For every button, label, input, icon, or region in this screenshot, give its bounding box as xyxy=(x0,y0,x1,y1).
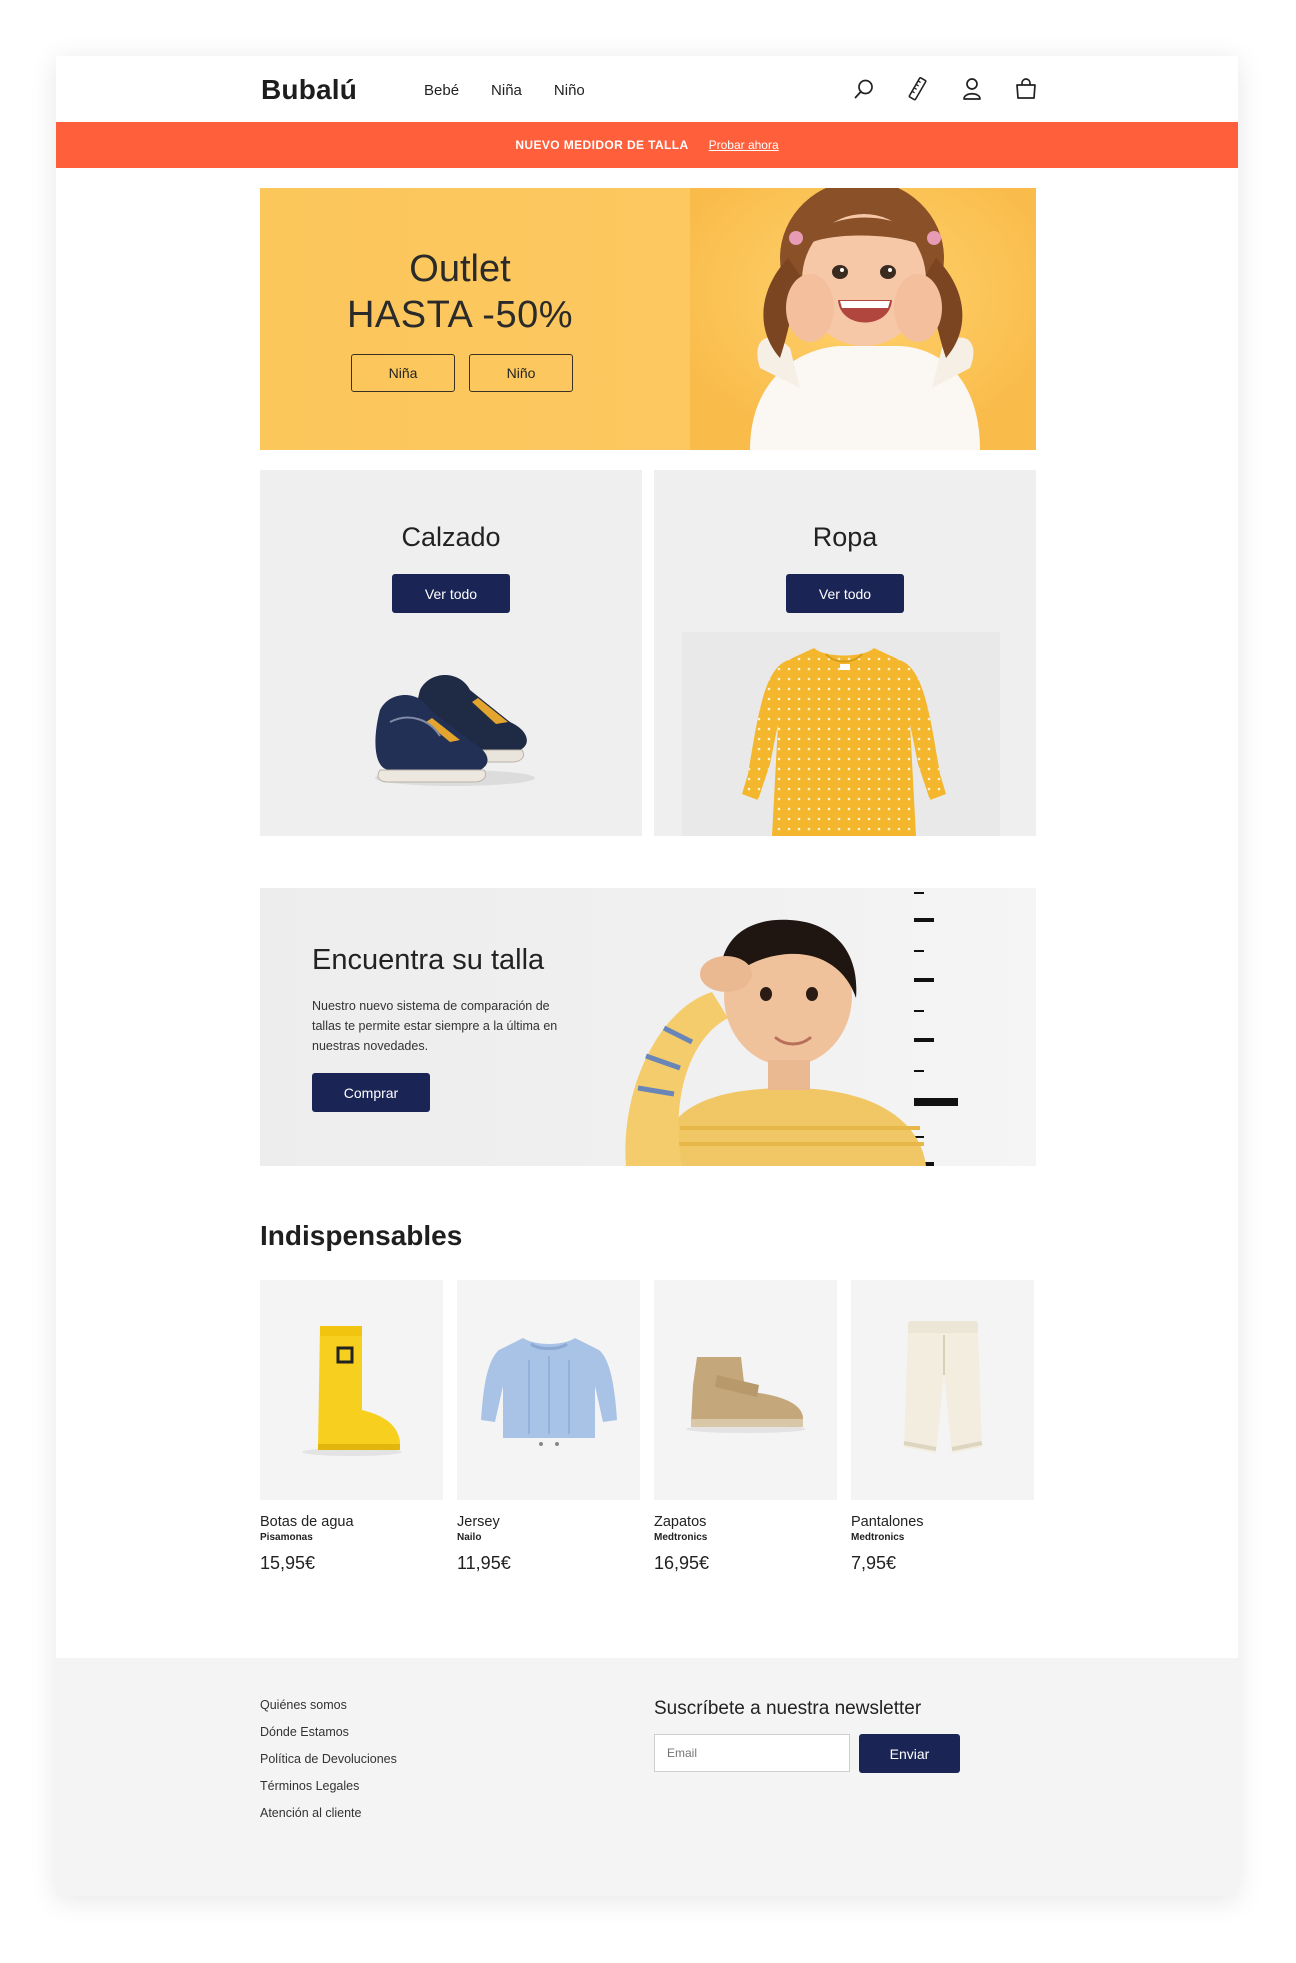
outlet-hero: Outlet HASTA -50% Niña Niño xyxy=(260,188,1036,450)
size-finder-title: Encuentra su talla xyxy=(312,944,545,976)
product-price: 16,95€ xyxy=(654,1553,710,1573)
product-price: 15,95€ xyxy=(260,1553,316,1573)
girl-photo xyxy=(690,188,1036,450)
category-tile-ropa[interactable]: Ropa Ver todo xyxy=(654,470,1036,836)
promo-bar: NUEVO MEDIDOR DE TALLA Probar ahora xyxy=(56,122,1238,168)
product-name: Zapatos xyxy=(654,1514,707,1530)
boy-measuring-photo xyxy=(625,892,958,1166)
product-name: Pantalones xyxy=(851,1514,924,1530)
product-card[interactable]: Jersey Nailo 11,95€ xyxy=(457,1280,640,1574)
user-icon[interactable] xyxy=(957,74,987,104)
footer-link-returns[interactable]: Política de Devoluciones xyxy=(260,1752,397,1779)
footer-link-about[interactable]: Quiénes somos xyxy=(260,1698,397,1725)
sneakers-image xyxy=(375,675,535,786)
promo-link[interactable]: Probar ahora xyxy=(709,138,779,152)
product-name: Jersey xyxy=(457,1514,500,1530)
product-image[interactable] xyxy=(654,1280,837,1500)
footer-link-legal[interactable]: Términos Legales xyxy=(260,1779,397,1806)
ruler-icon[interactable] xyxy=(903,74,933,104)
product-image[interactable] xyxy=(851,1280,1034,1500)
footer-links: Quiénes somos Dónde Estamos Política de … xyxy=(260,1698,397,1833)
site-logo[interactable]: Bubalú xyxy=(261,74,357,106)
size-finder-text: Nuestro nuevo sistema de comparación de … xyxy=(312,999,558,1053)
footer-link-support[interactable]: Atención al cliente xyxy=(260,1806,397,1833)
footer-link-locations[interactable]: Dónde Estamos xyxy=(260,1725,397,1752)
jersey-image xyxy=(480,1338,617,1446)
page-card: Bubalú Bebé Niña Niño NUEVO MEDIDOR DE T… xyxy=(56,56,1238,1896)
yellow-dress-image xyxy=(742,648,946,836)
essentials-title: Indispensables xyxy=(260,1220,463,1251)
search-icon[interactable] xyxy=(849,74,879,104)
product-card[interactable]: Zapatos Medtronics 16,95€ xyxy=(654,1280,837,1574)
product-price: 11,95€ xyxy=(457,1553,511,1573)
size-finder-banner: Encuentra su talla Nuestro nuevo sistema… xyxy=(260,888,1036,1166)
nav-item-nina[interactable]: Niña xyxy=(491,82,522,99)
promo-text: NUEVO MEDIDOR DE TALLA xyxy=(515,138,689,152)
newsletter-email-input[interactable] xyxy=(654,1734,850,1772)
main-nav: Bebé Niña Niño xyxy=(424,82,585,99)
product-brand: Nailo xyxy=(457,1532,482,1543)
rain-boot-image xyxy=(301,1326,402,1456)
category-tile-calzado[interactable]: Calzado Ver todo xyxy=(260,470,642,836)
buy-button[interactable]: Comprar xyxy=(312,1073,430,1112)
newsletter-title: Suscríbete a nuestra newsletter xyxy=(654,1698,922,1719)
hero-subtitle: HASTA -50% xyxy=(346,294,574,336)
hero-button-nino[interactable]: Niño xyxy=(469,354,573,392)
category-title-ropa: Ropa xyxy=(812,522,878,552)
product-name: Botas de agua xyxy=(260,1514,354,1530)
product-brand: Medtronics xyxy=(851,1532,905,1543)
product-brand: Pisamonas xyxy=(260,1532,313,1543)
product-image[interactable] xyxy=(260,1280,443,1500)
trousers-image xyxy=(903,1321,982,1453)
ropa-view-all-button[interactable]: Ver todo xyxy=(786,574,904,613)
hero-button-nina[interactable]: Niña xyxy=(351,354,455,392)
product-brand: Medtronics xyxy=(654,1532,708,1543)
category-title-calzado: Calzado xyxy=(401,522,501,552)
bag-icon[interactable] xyxy=(1011,74,1041,104)
suede-shoe-image xyxy=(685,1357,806,1433)
hero-title: Outlet xyxy=(409,248,511,290)
header-icons xyxy=(849,74,1041,104)
product-price: 7,95€ xyxy=(851,1553,897,1573)
product-card[interactable]: Botas de agua Pisamonas 15,95€ xyxy=(260,1280,443,1574)
product-image[interactable] xyxy=(457,1280,640,1500)
calzado-view-all-button[interactable]: Ver todo xyxy=(392,574,510,613)
site-header: Bubalú Bebé Niña Niño xyxy=(56,56,1238,122)
newsletter-send-button[interactable]: Enviar xyxy=(859,1734,960,1773)
product-card[interactable]: Pantalones Medtronics 7,95€ xyxy=(851,1280,1034,1574)
nav-item-nino[interactable]: Niño xyxy=(554,82,585,99)
nav-item-bebe[interactable]: Bebé xyxy=(424,82,459,99)
site-footer: Quiénes somos Dónde Estamos Política de … xyxy=(56,1658,1238,1896)
